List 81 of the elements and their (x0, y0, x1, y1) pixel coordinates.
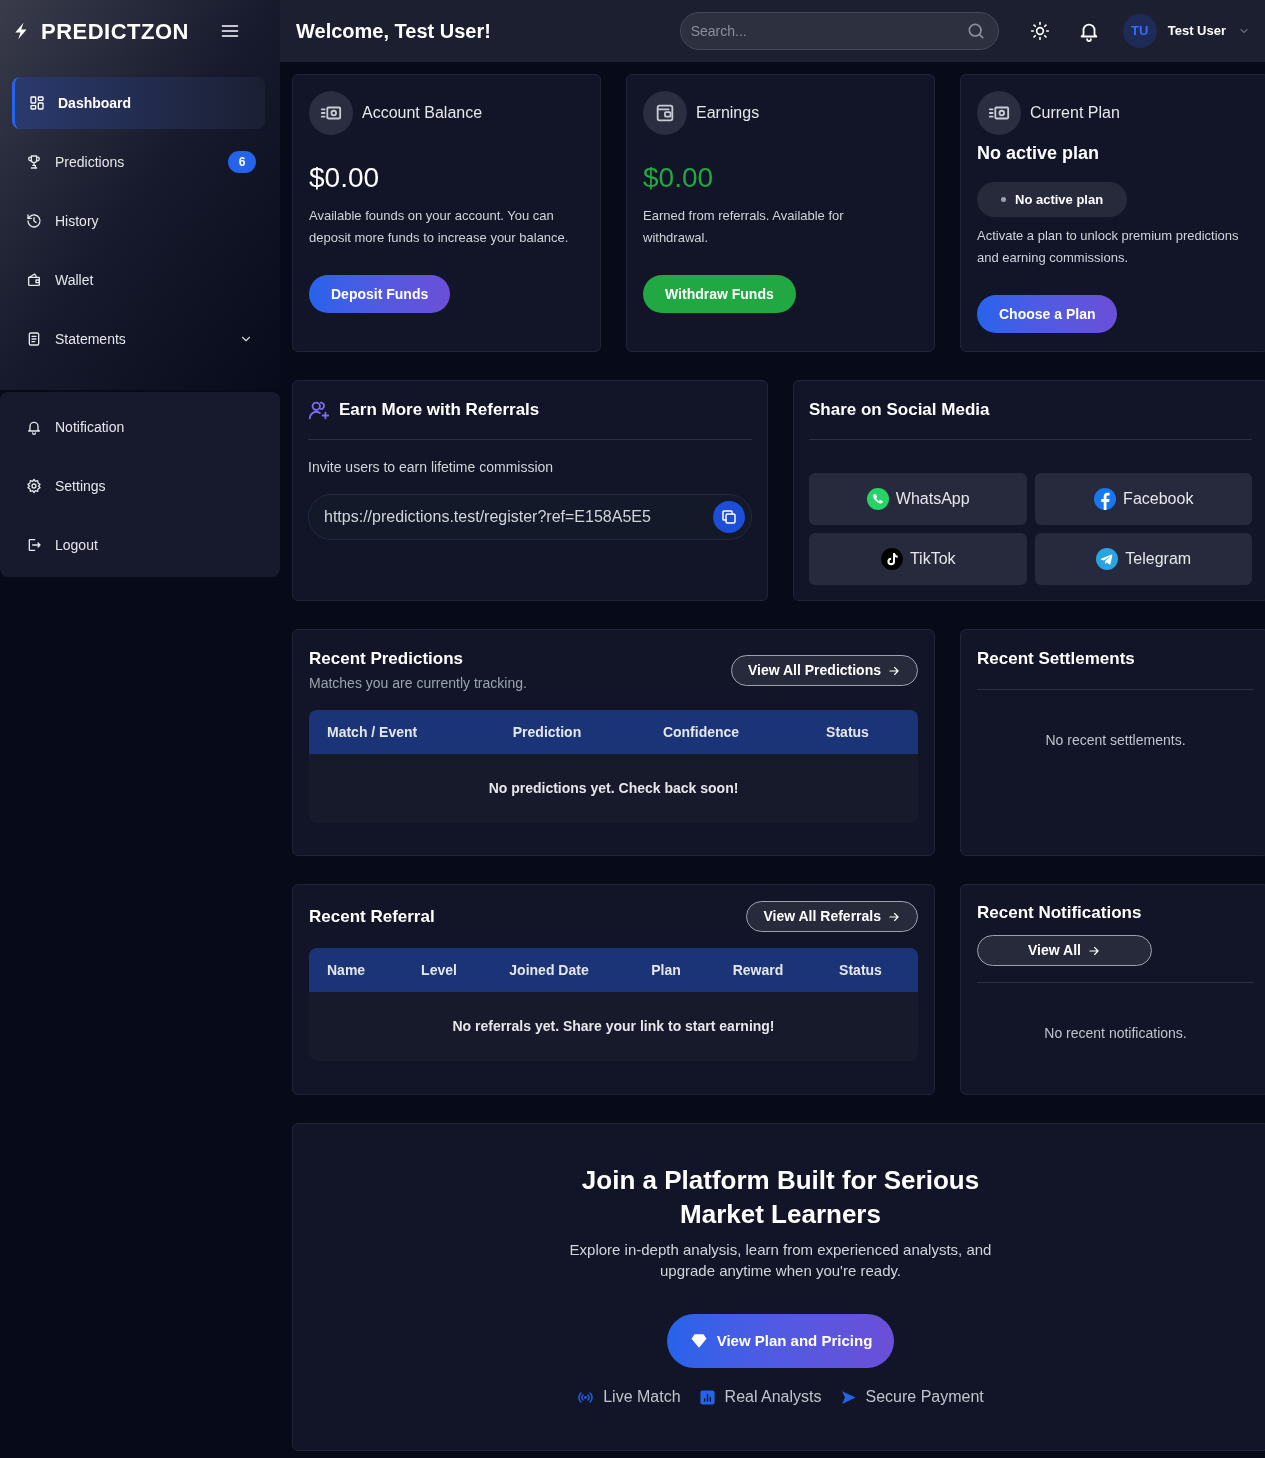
column-header: Plan (650, 960, 682, 980)
wallet-icon (643, 91, 687, 135)
plan-name: No active plan (977, 142, 1101, 165)
share-button[interactable]: TikTok (809, 533, 1027, 585)
nav-item[interactable]: Wallet (12, 254, 265, 306)
share-button[interactable]: Facebook (1034, 473, 1252, 525)
count-badge: 6 (228, 151, 256, 173)
user-name[interactable]: Test User (1167, 21, 1226, 41)
card-description: Available founds on your account. You can deposit more funds to increase your balance. (309, 207, 570, 247)
nav-item[interactable]: Statements (12, 313, 265, 365)
promo-text: Explore in-depth analysis, learn from experienced analysts, and upgrade anytime when you're ready. (568, 1240, 993, 1281)
logo-text: PREDICTZON (41, 17, 189, 46)
feature-label: Live Match (603, 1387, 681, 1407)
feature-label: Real Analysts (724, 1387, 822, 1407)
column-header: Status (838, 960, 883, 980)
dashboard-grid-icon (29, 95, 45, 111)
status-label: No active plan (1015, 190, 1104, 209)
card-description: Activate a plan to unlock premium predictions and earning commissions. (977, 227, 1240, 267)
nav-item[interactable]: Predictions 6 (12, 136, 265, 188)
bell-icon (26, 419, 42, 435)
card-title: Account Balance (362, 103, 483, 123)
view-all-button[interactable]: View All Predictions (730, 655, 918, 686)
pricing-button[interactable]: View Plan and Pricing (666, 1314, 895, 1368)
column-header: Match / Event (326, 722, 419, 742)
nav-item[interactable]: Settings (12, 460, 265, 512)
banknote-icon (309, 91, 353, 135)
banknote-icon (977, 91, 1021, 135)
empty-message: No predictions yet. Check back soon! (309, 754, 918, 823)
search-field[interactable]: Search... (679, 12, 999, 50)
column-header: Confidence (661, 722, 741, 742)
column-header: Level (420, 960, 458, 980)
nav-item[interactable]: Dashboard (12, 77, 265, 129)
card-title: Current Plan (1030, 103, 1120, 123)
card-title: Recent Notifications (977, 902, 1143, 924)
card-title: Recent Referral (309, 905, 435, 928)
empty-message: No referrals yet. Share your link to start earning! (309, 992, 918, 1061)
page-title: Welcome, Test User! (296, 19, 491, 44)
choose-plan-button[interactable]: Choose a Plan (977, 295, 1118, 333)
empty-message: No recent notifications. (1043, 1024, 1188, 1043)
feature-label: Secure Payment (865, 1387, 984, 1407)
card-subtitle: Matches you are currently tracking. (309, 674, 527, 693)
document-icon (26, 331, 42, 347)
nav-item[interactable]: Logout (12, 519, 265, 571)
music-note-icon (879, 547, 904, 571)
card-description: Earned from referrals. Available for withdrawal. (643, 207, 845, 247)
history-icon (26, 213, 42, 229)
bar-chart-icon (698, 1388, 716, 1406)
nav-item[interactable]: Notification (12, 401, 265, 453)
promo-title: Join a Platform Built for Serious Market Learners (580, 1164, 981, 1231)
paper-plane-icon (1095, 547, 1120, 571)
arrowhead-icon (839, 1388, 857, 1406)
column-header: Status (825, 722, 870, 742)
view-all-button[interactable]: View All Referrals (746, 901, 918, 932)
column-header: Reward (731, 960, 785, 980)
amount-value: $0.00 (643, 161, 715, 195)
referral-link-field[interactable]: https://predictions.test/register?ref=E158A5E5 (308, 494, 752, 540)
view-all-button[interactable]: View All (977, 935, 1152, 966)
trophy-icon (26, 154, 42, 170)
logout-icon (26, 537, 42, 553)
gear-icon (26, 478, 42, 494)
wallet-icon (26, 272, 42, 288)
sun-icon[interactable] (1029, 21, 1050, 41)
column-header: Joined Date (508, 960, 590, 980)
deposit-button[interactable]: Deposit Funds (309, 275, 451, 313)
amount-value: $0.00 (309, 161, 381, 195)
letter-f-icon (1093, 487, 1118, 511)
card-title: Recent Settlements (977, 648, 1136, 670)
card-subtitle: Invite users to earn lifetime commission (308, 458, 555, 477)
nav-item[interactable]: History (12, 195, 265, 247)
empty-message: No recent settlements. (1044, 731, 1187, 750)
card-title: Earnings (696, 103, 760, 123)
column-header: Prediction (511, 722, 583, 742)
card-title: Earn More with Referrals (339, 399, 540, 421)
user-plus-icon (308, 399, 330, 421)
card-title: Recent Predictions (309, 648, 464, 670)
share-button[interactable]: WhatsApp (809, 473, 1027, 525)
share-button[interactable]: Telegram (1034, 533, 1252, 585)
card-title: Share on Social Media (809, 399, 991, 421)
column-header: Name (326, 960, 367, 980)
copy-icon (720, 508, 738, 526)
chat-phone-icon (865, 487, 890, 511)
